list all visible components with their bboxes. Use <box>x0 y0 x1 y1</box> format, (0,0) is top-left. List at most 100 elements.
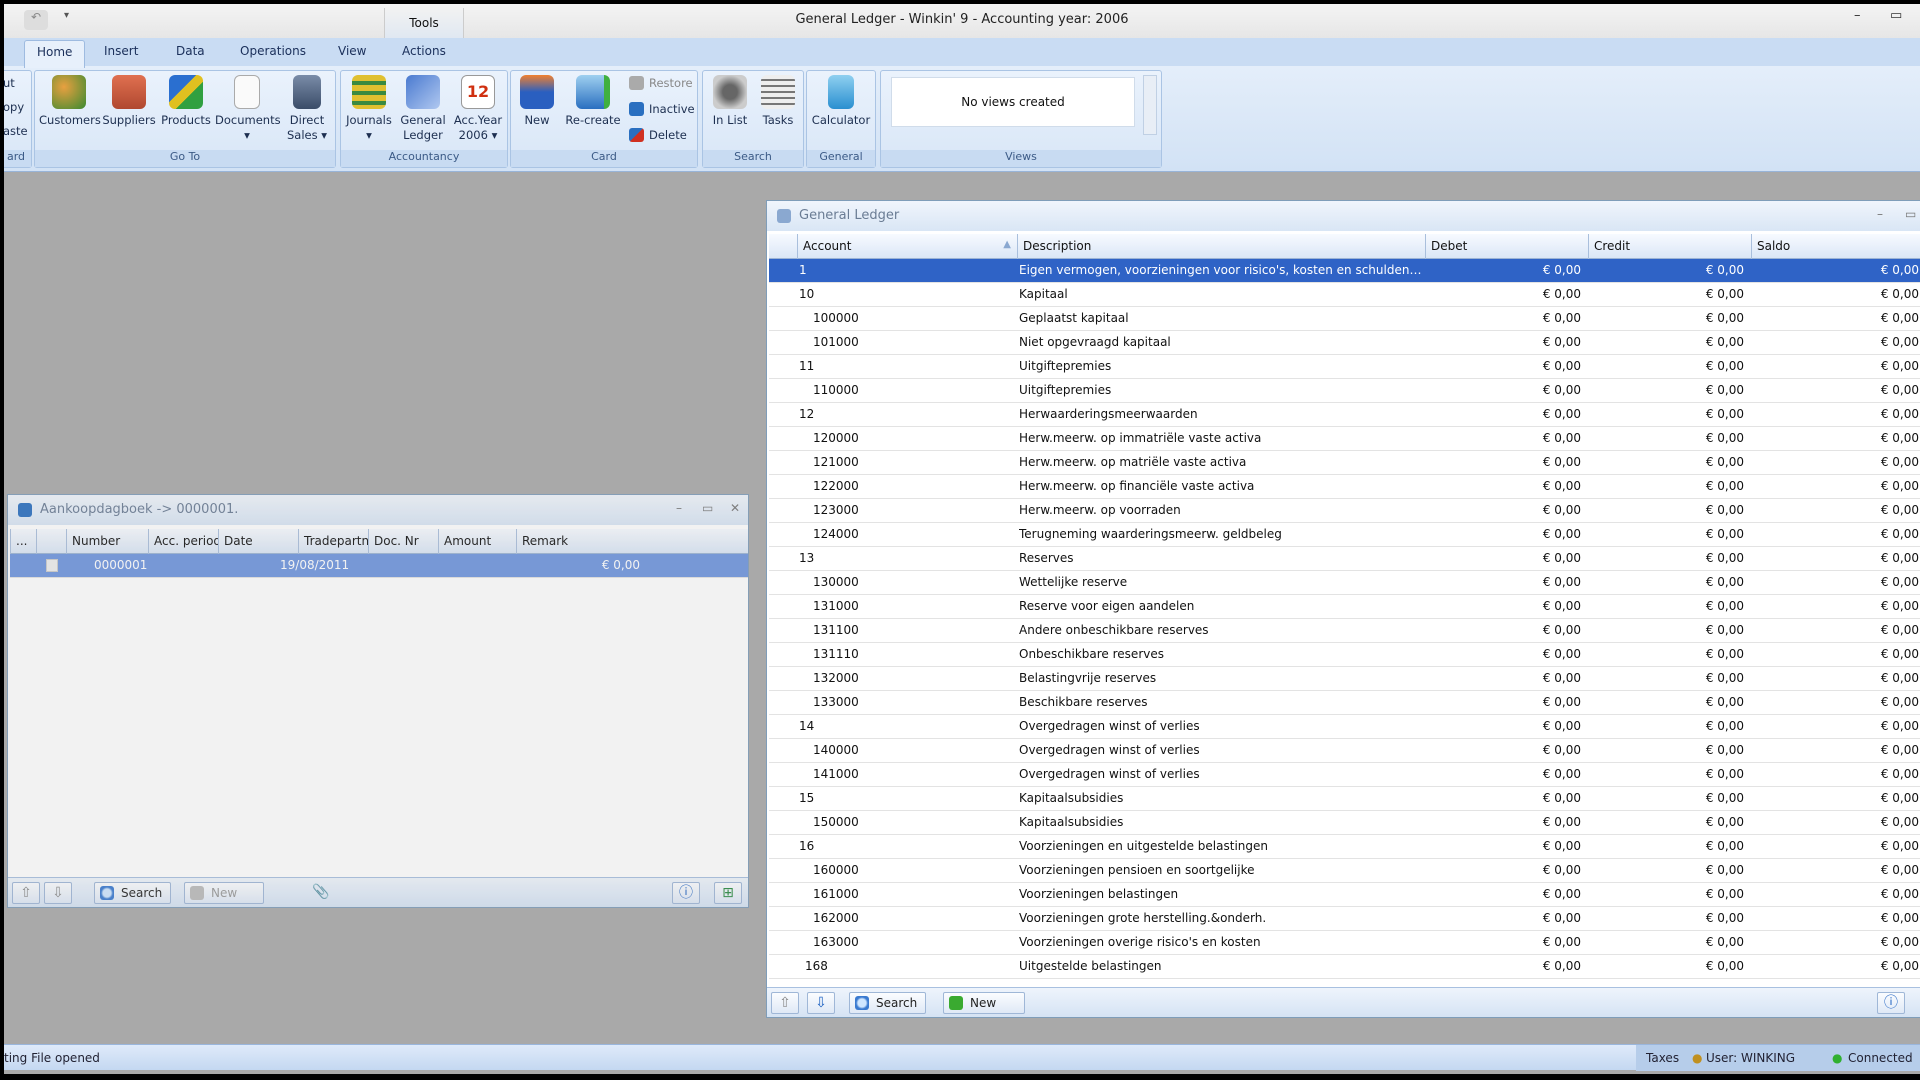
account-cell: 130000 <box>813 575 859 589</box>
direct-sales-button[interactable]: Direct Sales ▾ <box>281 75 333 143</box>
dropdown-arrow-icon[interactable]: ▾ <box>244 128 250 142</box>
column-header[interactable]: Acc. period <box>148 529 218 554</box>
table-row[interactable]: 123000 Herw.meerw. op voorraden € 0,00 € 0,… <box>769 499 1920 523</box>
table-row[interactable]: 100000 Geplaatst kapitaal € 0,00 € 0,00 € 0,… <box>769 307 1920 331</box>
new-button[interactable]: New <box>943 992 1025 1014</box>
table-row[interactable]: 131000 Reserve voor eigen aandelen € 0,00 €… <box>769 595 1920 619</box>
table-row[interactable]: 163000 Voorzieningen overige risico's en … <box>769 931 1920 955</box>
calculator-button[interactable]: Calculator <box>809 75 873 128</box>
cut-button[interactable]: ut <box>4 75 15 91</box>
column-header[interactable] <box>36 529 66 554</box>
table-row[interactable]: 131100 Andere onbeschikbare reserves € 0,0… <box>769 619 1920 643</box>
search-button[interactable]: Search <box>849 992 927 1014</box>
recreate-button[interactable]: Re-create <box>561 75 625 128</box>
info-button[interactable]: ⓘ <box>1877 992 1905 1014</box>
new-button[interactable]: New <box>184 882 264 904</box>
column-header-saldo[interactable]: Saldo <box>1751 234 1920 259</box>
column-header-account[interactable]: Account ▲ <box>797 234 1017 259</box>
table-row[interactable]: 141000 Overgedragen winst of verlies € 0,0… <box>769 763 1920 787</box>
move-up-button[interactable]: ⇧ <box>771 992 799 1014</box>
table-row[interactable]: 160000 Voorzieningen pensioen en soortgel… <box>769 859 1920 883</box>
table-row[interactable]: 131110 Onbeschikbare reserves € 0,00 € 0,00… <box>769 643 1920 667</box>
column-header-credit[interactable]: Credit <box>1588 234 1751 259</box>
table-row[interactable]: 14 Overgedragen winst of verlies € 0,00 € 0… <box>769 715 1920 739</box>
search-button[interactable]: Search <box>94 882 172 904</box>
debet-cell: € 0,00 <box>1542 887 1581 901</box>
column-header[interactable]: ... <box>10 529 36 554</box>
maximize-button[interactable]: ▭ <box>1890 8 1902 23</box>
tab-data[interactable]: Data <box>176 44 205 58</box>
tasks-button[interactable]: Tasks <box>755 75 801 128</box>
ledger-titlebar[interactable]: General Ledger – ▭ <box>767 201 1920 231</box>
table-row[interactable]: 101000 Niet opgevraagd kapitaal € 0,00 € 0,… <box>769 331 1920 355</box>
table-row[interactable]: 161000 Voorzieningen belastingen € 0,00 € 0… <box>769 883 1920 907</box>
close-button[interactable]: ✕ <box>730 501 740 515</box>
products-button[interactable]: Products <box>159 75 213 128</box>
table-row[interactable]: 110000 Uitgiftepremies € 0,00 € 0,00 € 0,00 <box>769 379 1920 403</box>
maximize-button[interactable]: ▭ <box>702 501 713 515</box>
table-row[interactable]: 124000 Terugneming waarderingsmeerw. geld… <box>769 523 1920 547</box>
add-window-button[interactable]: ⊞ <box>714 882 742 904</box>
column-header[interactable]: Doc. Nr <box>368 529 438 554</box>
table-row[interactable]: 168 Uitgestelde belastingen € 0,00 € 0,00 € … <box>769 955 1920 979</box>
table-row[interactable]: 13 Reserves € 0,00 € 0,00 € 0,00 <box>769 547 1920 571</box>
paste-button[interactable]: aste <box>4 123 28 139</box>
tab-operations[interactable]: Operations <box>240 44 306 58</box>
suppliers-button[interactable]: Suppliers <box>101 75 157 128</box>
table-row[interactable]: 16 Voorzieningen en uitgestelde belasting… <box>769 835 1920 859</box>
restore-button[interactable]: Restore <box>629 75 693 91</box>
column-header[interactable]: Number <box>66 529 148 554</box>
description-cell: Herw.meerw. op immatriële vaste activa <box>1019 431 1262 445</box>
inactive-button[interactable]: Inactive <box>629 101 695 117</box>
column-header[interactable]: Amount <box>438 529 516 554</box>
move-down-button[interactable]: ⇩ <box>44 882 72 904</box>
table-row[interactable]: 132000 Belastingvrije reserves € 0,00 € 0,0… <box>769 667 1920 691</box>
new-card-button[interactable]: New <box>515 75 559 128</box>
table-row[interactable]: 15 Kapitaalsubsidies € 0,00 € 0,00 € 0,00 <box>769 787 1920 811</box>
row-checkbox[interactable] <box>46 559 58 572</box>
table-row[interactable]: 120000 Herw.meerw. op immatriële vaste ac… <box>769 427 1920 451</box>
in-list-button[interactable]: In List <box>707 75 753 128</box>
column-header[interactable]: Date <box>218 529 298 554</box>
table-row[interactable]: 122000 Herw.meerw. op financiële vaste ac… <box>769 475 1920 499</box>
taxes-status[interactable]: Taxes <box>1646 1051 1679 1065</box>
table-row[interactable]: 140000 Overgedragen winst of verlies € 0,0… <box>769 739 1920 763</box>
general-ledger-button[interactable]: General Ledger <box>397 75 449 143</box>
column-header-description[interactable]: Description <box>1017 234 1425 259</box>
journal-window-titlebar[interactable]: Aankoopdagboek -> 0000001. – ▭ ✕ <box>8 495 748 525</box>
info-button[interactable]: ⓘ <box>672 882 700 904</box>
documents-button[interactable]: Documents ▾ <box>215 75 281 143</box>
move-down-button[interactable]: ⇩ <box>807 992 835 1014</box>
customers-button[interactable]: Customers <box>39 75 101 128</box>
table-row[interactable]: 12 Herwaarderingsmeerwaarden € 0,00 € 0,00 €… <box>769 403 1920 427</box>
table-row[interactable]: 133000 Beschikbare reserves € 0,00 € 0,00 € … <box>769 691 1920 715</box>
table-row[interactable]: 0000001 19/08/2011 € 0,00 <box>10 554 748 578</box>
column-header[interactable]: Remark <box>516 529 750 554</box>
table-row[interactable]: 150000 Kapitaalsubsidies € 0,00 € 0,00 € 0,0… <box>769 811 1920 835</box>
move-up-button[interactable]: ⇧ <box>12 882 40 904</box>
copy-button[interactable]: opy <box>4 99 24 115</box>
views-gallery[interactable]: No views created <box>891 77 1135 127</box>
minimize-button[interactable]: – <box>1854 8 1861 23</box>
table-row[interactable]: 121000 Herw.meerw. op matriële vaste acti… <box>769 451 1920 475</box>
tab-view[interactable]: View <box>338 44 366 58</box>
table-row[interactable]: 1 Eigen vermogen, voorzieningen voor risi… <box>769 259 1920 283</box>
plus-icon <box>190 886 204 900</box>
minimize-button[interactable]: – <box>1877 207 1883 221</box>
tab-insert[interactable]: Insert <box>104 44 138 58</box>
journals-button[interactable]: Journals ▾ <box>343 75 395 143</box>
maximize-button[interactable]: ▭ <box>1905 207 1916 221</box>
column-header-debet[interactable]: Debet <box>1425 234 1588 259</box>
tab-home[interactable]: Home <box>24 40 86 68</box>
delete-button[interactable]: Delete <box>629 127 687 143</box>
minimize-button[interactable]: – <box>676 501 682 515</box>
table-row[interactable]: 130000 Wettelijke reserve € 0,00 € 0,00 € 0,… <box>769 571 1920 595</box>
table-row[interactable]: 11 Uitgiftepremies € 0,00 € 0,00 € 0,00 <box>769 355 1920 379</box>
table-row[interactable]: 10 Kapitaal € 0,00 € 0,00 € 0,00 <box>769 283 1920 307</box>
tab-actions[interactable]: Actions <box>402 44 446 58</box>
table-row[interactable]: 162000 Voorzieningen grote herstelling.&o… <box>769 907 1920 931</box>
views-scrollbar[interactable] <box>1143 75 1157 135</box>
attachment-icon[interactable]: 📎 <box>312 884 329 900</box>
column-header[interactable]: Tradepartner <box>298 529 368 554</box>
acc-year-button[interactable]: 12 Acc.Year 2006 ▾ <box>451 75 505 143</box>
